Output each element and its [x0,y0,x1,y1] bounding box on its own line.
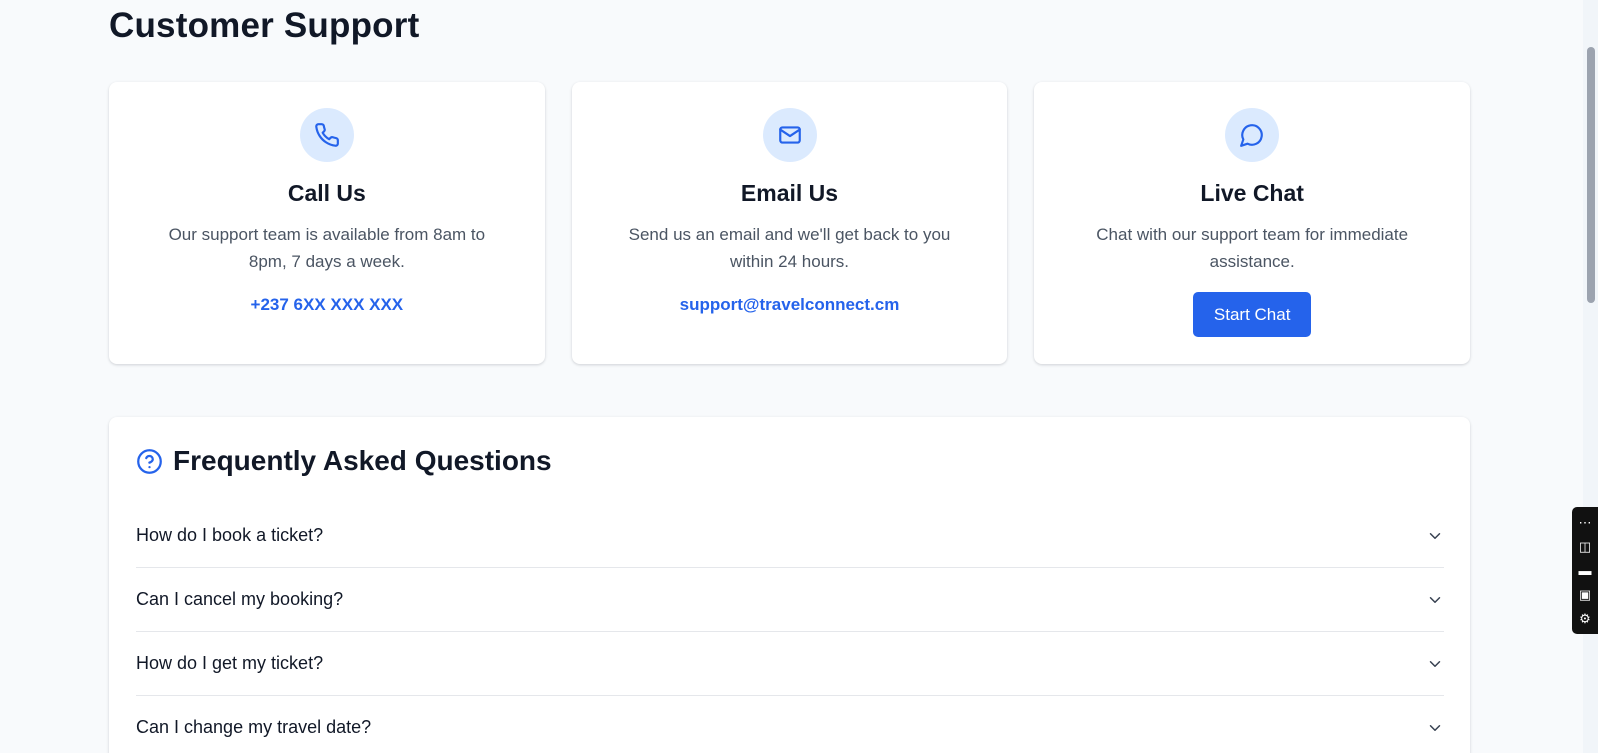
email-us-title: Email Us [740,180,839,206]
support-page: Customer Support Call Us Our support tea… [0,0,1598,753]
mail-icon [762,108,817,162]
chevron-down-icon [1426,527,1444,545]
faq-item-change-date[interactable]: Can I change my travel date? [136,696,1444,753]
faq-item-book-ticket[interactable]: How do I book a ticket? [136,504,1444,568]
email-address-link[interactable]: support@travelconnect.cm [572,295,1008,315]
faq-header: Frequently Asked Questions [136,445,552,477]
chevron-down-icon [1426,655,1444,673]
window-icon[interactable]: ▣ [1579,588,1591,601]
live-chat-card: Live Chat Chat with our support team for… [1034,82,1471,364]
chevron-down-icon [1426,719,1444,737]
faq-title: Frequently Asked Questions [173,445,552,476]
faq-section: Frequently Asked Questions How do I book… [109,417,1470,753]
vertical-scrollbar[interactable] [1583,0,1598,753]
call-us-description: Our support team is available from 8am t… [168,225,486,271]
phone-number-link[interactable]: +237 6XX XXX XXX [109,295,545,315]
video-icon[interactable]: ▬ [1579,564,1592,577]
link-more-icon[interactable]: ⋯ [1579,516,1592,529]
question-circle-icon [137,448,162,474]
start-chat-button[interactable]: Start Chat [1193,292,1312,337]
chat-bubble-icon [1225,108,1280,162]
faq-question: How do I get my ticket? [136,653,324,673]
support-options: Call Us Our support team is available fr… [109,82,1471,364]
faq-question: How do I book a ticket? [136,525,324,545]
faq-list: How do I book a ticket? Can I cancel my … [136,504,1444,753]
gear-icon[interactable]: ⚙ [1579,612,1591,625]
camera-icon[interactable]: ◫ [1579,540,1591,553]
email-us-description: Send us an email and we'll get back to y… [628,225,951,271]
faq-question: Can I cancel my booking? [136,589,344,609]
call-us-title: Call Us [287,180,366,206]
chevron-down-icon [1426,591,1444,609]
live-chat-description: Chat with our support team for immediate… [1096,225,1409,271]
faq-item-cancel-booking[interactable]: Can I cancel my booking? [136,568,1444,632]
call-us-card: Call Us Our support team is available fr… [109,82,545,364]
scrollbar-thumb[interactable] [1587,47,1595,303]
email-us-card: Email Us Send us an email and we'll get … [571,82,1008,364]
faq-item-get-ticket[interactable]: How do I get my ticket? [136,632,1444,696]
phone-icon [299,108,354,162]
screen-capture-toolbar: ⋯ ◫ ▬ ▣ ⚙ [1572,507,1598,634]
live-chat-title: Live Chat [1200,180,1304,206]
faq-question: Can I change my travel date? [136,717,372,737]
page-title: Customer Support [109,6,420,45]
